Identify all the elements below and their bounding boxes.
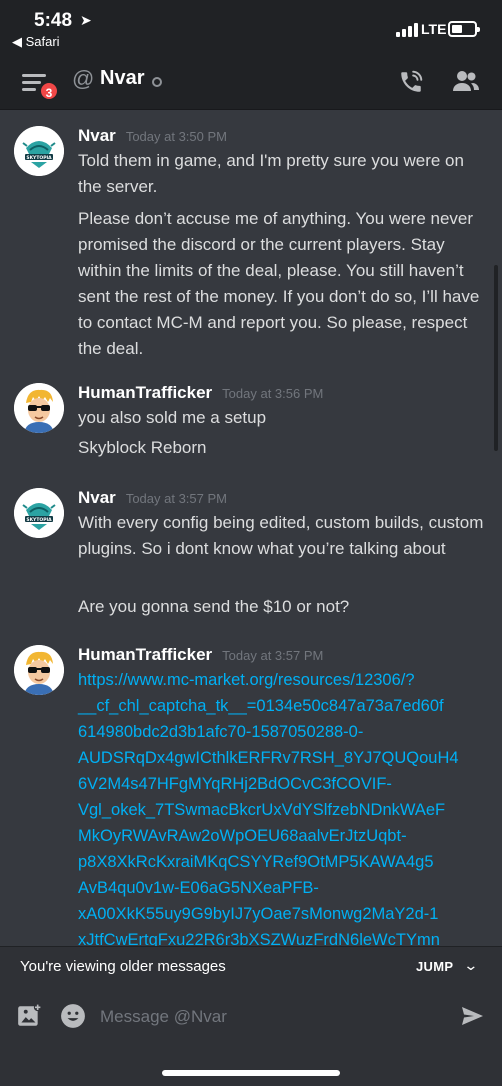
signal-icon — [396, 23, 418, 37]
link-line[interactable]: AvB4qu0v1w-E06aG5NXeaPFB- — [78, 875, 490, 901]
avatar[interactable] — [14, 645, 64, 695]
link-line[interactable]: 6V2M4s47HFgMYqRHj2BdOCvC3fCOVIF- — [78, 771, 490, 797]
author-name[interactable]: Nvar — [78, 488, 116, 507]
message-composer — [0, 986, 502, 1086]
at-icon: @ — [72, 66, 95, 91]
link-line[interactable]: https://www.mc-market.org/resources/1230… — [78, 667, 490, 693]
link-line[interactable]: AUDSRqDx4gwICthlkERFRv7RSH_8YJ7QUQouH4 — [78, 745, 490, 771]
message-author[interactable]: HumanTrafficker Today at 3:57 PM — [78, 645, 323, 665]
message-text: With every config being edited, custom b… — [78, 513, 484, 558]
message-link[interactable]: https://www.mc-market.org/resources/1230… — [78, 667, 490, 946]
page-title: Nvar — [100, 67, 145, 89]
older-messages-bar[interactable]: You're viewing older messages JUMP ⌄ — [0, 946, 502, 986]
link-line[interactable]: xA00XkK55uy9G9byIJ7yOae7sMonwg2MaY2d-1 — [78, 901, 490, 927]
message-timestamp: Today at 3:50 PM — [125, 129, 227, 144]
message-timestamp: Today at 3:57 PM — [125, 491, 227, 506]
battery-icon — [448, 21, 480, 37]
menu-icon-bar — [22, 81, 41, 84]
message-timestamp: Today at 3:57 PM — [222, 648, 324, 663]
message-author[interactable]: Nvar Today at 3:50 PM — [78, 126, 227, 146]
menu-button[interactable]: 3 — [18, 64, 62, 104]
avatar[interactable]: SKYTOPIA — [14, 126, 64, 176]
members-icon[interactable] — [452, 68, 480, 94]
menu-icon — [22, 74, 46, 77]
clock: 5:48 — [34, 10, 73, 31]
author-name[interactable]: Nvar — [78, 126, 116, 145]
message-text: you also sold me a setup — [78, 408, 267, 427]
link-line[interactable]: xJtfCwErtqFxu22R6r3bXSZWuzFrdN6leWcTYmn — [78, 927, 490, 946]
message-list[interactable]: SKYTOPIA Nvar Today at 3:50 PM Told them … — [0, 111, 502, 946]
message-author[interactable]: HumanTrafficker Today at 3:56 PM — [78, 383, 323, 403]
link-line[interactable]: __cf_chl_captcha_tk__=0134e50c847a73a7ed… — [78, 693, 490, 719]
author-name[interactable]: HumanTrafficker — [78, 383, 212, 402]
emoji-icon[interactable] — [60, 1003, 86, 1029]
message-timestamp: Today at 3:56 PM — [222, 386, 324, 401]
cartoon-boy-sunglasses-icon — [14, 645, 64, 695]
image-upload-icon[interactable] — [16, 1003, 42, 1029]
message-text: Skyblock Reborn — [78, 438, 207, 457]
send-icon[interactable] — [460, 1005, 484, 1027]
message-text: Are you gonna send the $10 or not? — [78, 597, 350, 616]
unread-badge: 3 — [39, 81, 59, 101]
message-text: Please don’t accuse me of anything. You … — [78, 209, 480, 358]
chevron-down-icon[interactable]: ⌄ — [463, 957, 478, 974]
location-arrow-icon: ➤ — [80, 12, 92, 28]
svg-text:SKYTOPIA: SKYTOPIA — [26, 517, 52, 523]
voice-call-icon[interactable] — [398, 69, 424, 95]
avatar[interactable] — [14, 383, 64, 433]
message-input[interactable] — [100, 1000, 440, 1034]
cartoon-boy-sunglasses-icon — [14, 383, 64, 433]
author-name[interactable]: HumanTrafficker — [78, 645, 212, 664]
message-text: Told them in game, and I'm pretty sure y… — [78, 151, 464, 196]
link-line[interactable]: Vgl_okek_7TSwmacBkcrUxVdYSlfzebNDnkWAeF — [78, 797, 490, 823]
older-messages-text: You're viewing older messages — [20, 958, 226, 975]
offline-status-icon — [152, 77, 162, 87]
link-line[interactable]: p8X8XkRcKxraiMKqCSYYRef9OtMP5KAWA4g5 — [78, 849, 490, 875]
back-to-app-link[interactable]: ◀ Safari — [12, 34, 60, 50]
skytopia-logo-icon: SKYTOPIA — [14, 488, 64, 538]
avatar[interactable]: SKYTOPIA — [14, 488, 64, 538]
scrollbar[interactable] — [494, 265, 498, 451]
network-label: LTE — [421, 21, 447, 37]
status-bar: 5:48 ➤ ◀ Safari LTE — [0, 0, 502, 56]
channel-header: 3 @ Nvar — [0, 56, 502, 110]
skytopia-logo-icon: SKYTOPIA — [14, 126, 64, 176]
link-line[interactable]: 614980bdc2d3b1afc70-1587050288-0- — [78, 719, 490, 745]
home-indicator — [162, 1070, 340, 1076]
link-line[interactable]: MkOyRWAvRAw2oWpOEU68aalvErJtzUqbt- — [78, 823, 490, 849]
menu-icon-bar — [22, 88, 36, 91]
svg-text:SKYTOPIA: SKYTOPIA — [26, 155, 52, 161]
message-author[interactable]: Nvar Today at 3:57 PM — [78, 488, 227, 508]
jump-button[interactable]: JUMP — [416, 959, 453, 974]
